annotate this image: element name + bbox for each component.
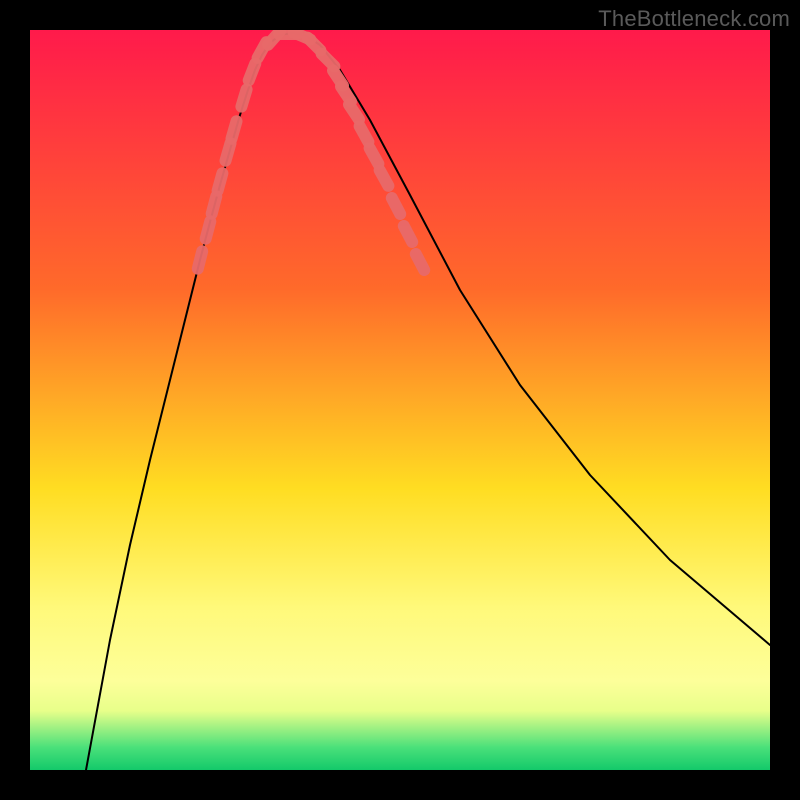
chart-frame: TheBottleneck.com — [0, 0, 800, 800]
bottleneck-curve — [86, 33, 770, 770]
plot-area — [30, 30, 770, 770]
highlight-dots — [198, 31, 424, 270]
attribution-label: TheBottleneck.com — [598, 6, 790, 32]
curve-layer — [30, 30, 770, 770]
